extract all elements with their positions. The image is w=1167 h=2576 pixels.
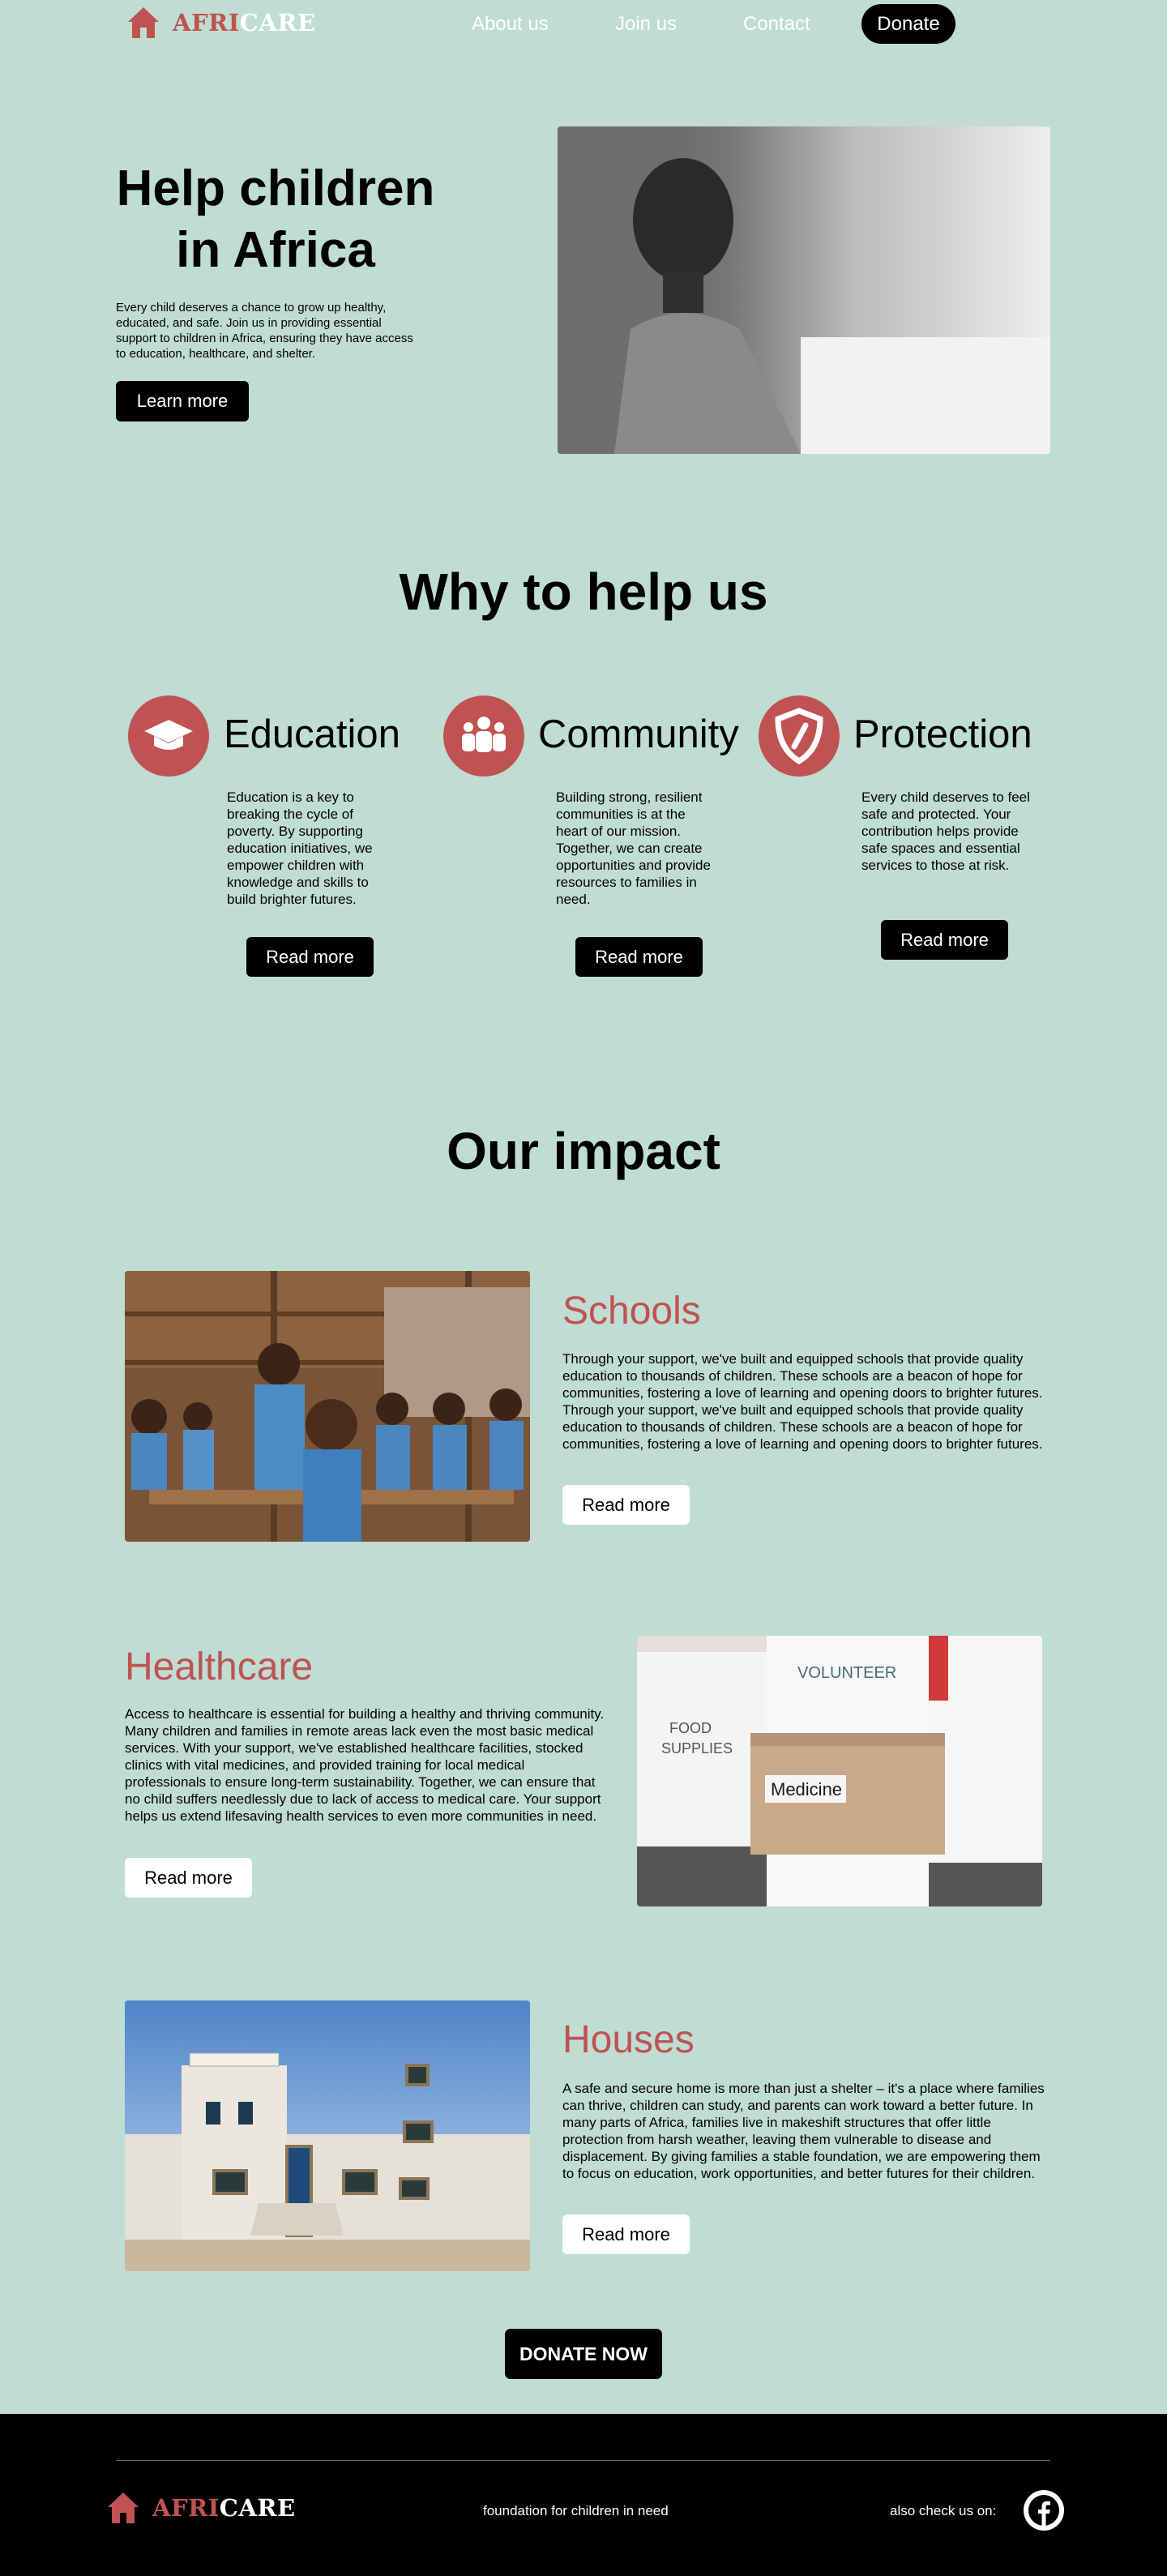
nav-about-us[interactable]: About us — [472, 13, 549, 36]
footer-divider — [116, 2460, 1050, 2461]
read-more-houses-button[interactable]: Read more — [562, 2214, 690, 2254]
houses-photo — [125, 2000, 530, 2271]
footer-also-check: also check us on: — [890, 2503, 997, 2518]
read-more-protection-button[interactable]: Read more — [881, 920, 1008, 960]
schools-photo — [125, 1271, 530, 1542]
impact-text-houses: A safe and secure home is more than just… — [562, 2081, 1045, 2181]
nav-contact[interactable]: Contact — [743, 13, 810, 36]
why-title: Why to help us — [399, 563, 768, 621]
learn-more-button[interactable]: Learn more — [116, 381, 249, 421]
shield-icon — [759, 695, 840, 777]
impact-text-schools: Through your support, we've built and eq… — [562, 1351, 1043, 1452]
donate-now-button[interactable]: DONATE NOW — [505, 2329, 662, 2379]
feature-title-protection: Protection — [853, 712, 1032, 756]
nav-join-us[interactable]: Join us — [615, 13, 677, 36]
people-icon — [443, 695, 524, 777]
read-more-community-button[interactable]: Read more — [575, 937, 703, 977]
impact-title: Our impact — [447, 1122, 720, 1180]
feature-title-community: Community — [538, 712, 739, 756]
hero-child-photo — [558, 126, 1050, 454]
food-text: FOOD — [669, 1720, 712, 1736]
read-more-education-button[interactable]: Read more — [246, 937, 374, 977]
supplies-text: SUPPLIES — [661, 1740, 733, 1757]
house-icon — [126, 5, 161, 41]
impact-title-houses: Houses — [562, 2018, 695, 2061]
footer-logo[interactable]: AFRICARE — [105, 2490, 296, 2526]
footer-logo-text: AFRICARE — [152, 2494, 296, 2522]
footer: AFRICARE foundation for children in need… — [0, 2414, 1167, 2576]
logo[interactable]: AFRICARE — [126, 5, 316, 41]
hero-description: Every child deserves a chance to grow up… — [116, 301, 413, 361]
read-more-schools-button[interactable]: Read more — [562, 1485, 690, 1525]
impact-title-schools: Schools — [562, 1290, 701, 1333]
feature-text-community: Building strong, resilient communities i… — [556, 789, 711, 907]
medicine-text: Medicine — [771, 1779, 842, 1799]
footer-tagline: foundation for children in need — [483, 2503, 669, 2518]
graduation-cap-icon — [128, 695, 209, 777]
top-nav: AFRICARE About us Join us Contact Donate — [0, 0, 1167, 49]
donate-button[interactable]: Donate — [861, 4, 955, 44]
feature-text-education: Education is a key to breaking the cycle… — [227, 789, 373, 907]
read-more-healthcare-button[interactable]: Read more — [125, 1858, 252, 1898]
impact-text-healthcare: Access to healthcare is essential for bu… — [125, 1706, 605, 1824]
volunteer-text: VOLUNTEER — [797, 1664, 896, 1682]
house-icon — [105, 2490, 141, 2526]
healthcare-photo: VOLUNTEER FOOD SUPPLIES Medicine — [637, 1636, 1042, 1906]
feature-text-protection: Every child deserves to feel safe and pr… — [861, 789, 1030, 873]
hero-title: Help children in Africa — [116, 160, 435, 278]
logo-text: AFRICARE — [173, 9, 316, 36]
impact-title-healthcare: Healthcare — [125, 1645, 314, 1688]
feature-title-education: Education — [224, 712, 400, 756]
facebook-icon[interactable] — [1024, 2490, 1064, 2531]
